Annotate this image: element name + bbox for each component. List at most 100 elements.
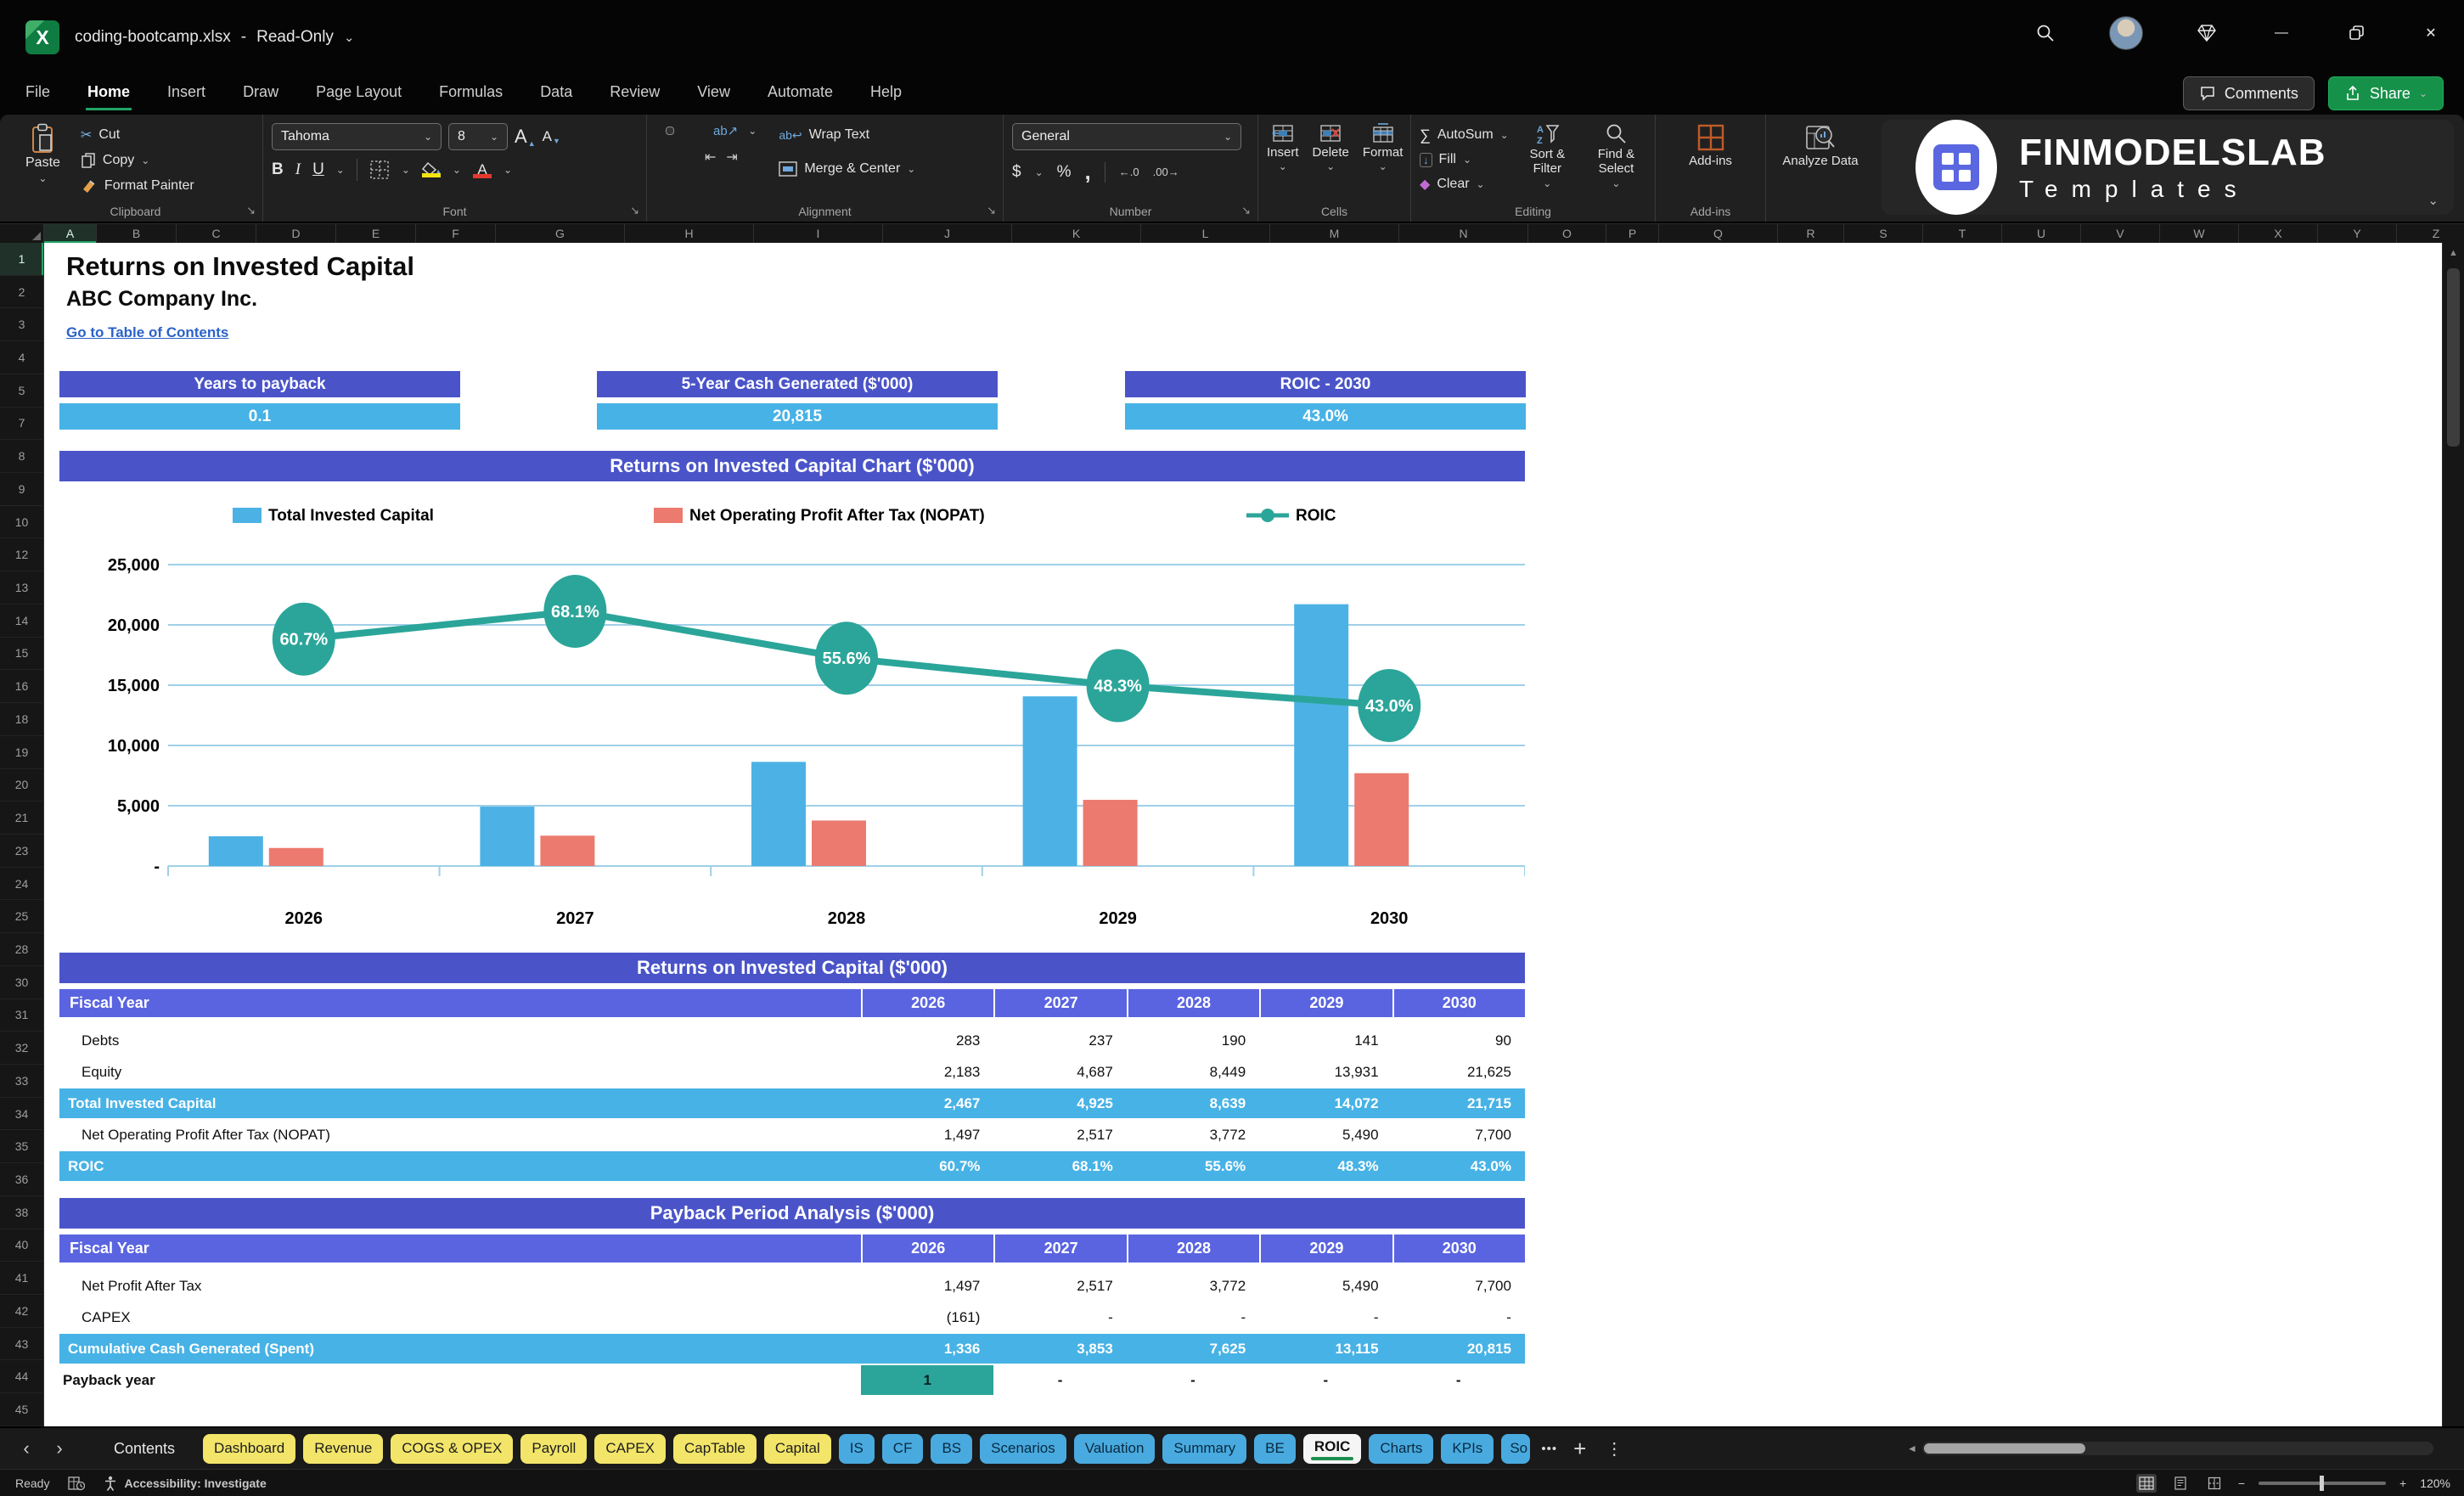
cell-value[interactable]: 3,772 <box>1127 1120 1259 1150</box>
row-header-8[interactable]: 8 <box>0 440 44 474</box>
percent-style-button[interactable]: % <box>1057 163 1072 182</box>
row-header-45[interactable]: 45 <box>0 1393 44 1426</box>
menu-tab-review[interactable]: Review <box>608 80 661 110</box>
page-break-view-button[interactable] <box>2204 1474 2225 1493</box>
row-label[interactable]: ROIC <box>59 1151 861 1181</box>
dialog-launcher-icon[interactable]: ↘ <box>246 204 256 217</box>
sheet-tab-so[interactable]: So <box>1501 1433 1531 1464</box>
orientation-button[interactable]: ab↗ <box>713 123 738 138</box>
vertical-scroll-thumb[interactable] <box>2447 268 2460 447</box>
sheet-options-icon[interactable]: ⋮ <box>1606 1438 1623 1459</box>
sheet-tab-roic[interactable]: ROIC <box>1302 1433 1362 1464</box>
year-header-2027[interactable]: 2027 <box>993 989 1126 1017</box>
cell-value[interactable]: - <box>1127 1302 1259 1332</box>
column-header-V[interactable]: V <box>2081 224 2160 243</box>
comments-button[interactable]: Comments <box>2182 76 2315 110</box>
year-header-2026[interactable]: 2026 <box>861 1234 993 1263</box>
column-header-G[interactable]: G <box>496 224 625 243</box>
dialog-launcher-icon[interactable]: ↘ <box>987 204 996 217</box>
zoom-level[interactable]: 120% <box>2420 1476 2450 1490</box>
column-header-T[interactable]: T <box>1923 224 2002 243</box>
cell-value[interactable]: (161) <box>861 1302 993 1332</box>
addins-button[interactable]: Add-ins <box>1664 123 1757 168</box>
sheet-tab-kpis[interactable]: KPIs <box>1441 1433 1494 1464</box>
column-header-W[interactable]: W <box>2160 224 2239 243</box>
menu-tab-home[interactable]: Home <box>86 80 132 110</box>
row-label[interactable]: Equity <box>59 1057 861 1087</box>
column-header-R[interactable]: R <box>1778 224 1844 243</box>
cell-value[interactable]: 1,497 <box>861 1120 993 1150</box>
column-header-J[interactable]: J <box>883 224 1012 243</box>
sheet-tab-valuation[interactable]: Valuation <box>1073 1433 1156 1464</box>
page-layout-view-button[interactable] <box>2170 1474 2191 1493</box>
year-header-2030[interactable]: 2030 <box>1392 1234 1525 1263</box>
add-sheet-button[interactable]: + <box>1573 1436 1586 1462</box>
number-format-select[interactable]: General ⌄ <box>1012 123 1241 150</box>
row-header-10[interactable]: 10 <box>0 505 44 539</box>
year-header-2030[interactable]: 2030 <box>1392 989 1525 1017</box>
cell-value[interactable]: - <box>1392 1302 1525 1332</box>
sheet-tab-is[interactable]: IS <box>838 1433 875 1464</box>
increase-indent-button[interactable]: ⇥ <box>726 149 737 166</box>
column-header-A[interactable]: A <box>44 224 97 243</box>
font-size-select[interactable]: 8 ⌄ <box>448 123 508 150</box>
align-middle-button[interactable] <box>666 127 674 135</box>
grow-font-button[interactable]: A ▲ <box>515 126 536 148</box>
wrap-text-button[interactable]: ab↩ Wrap Text <box>779 123 915 147</box>
cell-value[interactable]: 237 <box>993 1026 1126 1055</box>
row-header-32[interactable]: 32 <box>0 1032 44 1065</box>
find-select-button[interactable]: Find & Select ⌄ <box>1586 123 1646 196</box>
year-header-2027[interactable]: 2027 <box>993 1234 1126 1263</box>
sheet-tab-capex[interactable]: CAPEX <box>594 1433 666 1464</box>
row-header-35[interactable]: 35 <box>0 1130 44 1164</box>
cell-value[interactable]: 283 <box>861 1026 993 1055</box>
row-header-28[interactable]: 28 <box>0 933 44 966</box>
fill-button[interactable]: ↓ Fill ⌄ <box>1420 148 1509 172</box>
row-header-2[interactable]: 2 <box>0 275 44 309</box>
row-label[interactable]: Payback year <box>59 1365 861 1395</box>
bold-button[interactable]: B <box>272 160 284 179</box>
clear-button[interactable]: ◆ Clear ⌄ <box>1420 172 1509 196</box>
read-only-badge[interactable]: Read-Only <box>256 28 334 47</box>
row-header-7[interactable]: 7 <box>0 407 44 441</box>
decrease-decimal-button[interactable]: .00→ <box>1153 166 1179 178</box>
row-header-44[interactable]: 44 <box>0 1360 44 1394</box>
column-header-N[interactable]: N <box>1399 224 1528 243</box>
menu-tab-view[interactable]: View <box>695 80 732 110</box>
cell-value[interactable]: 7,700 <box>1392 1120 1525 1150</box>
analyze-data-button[interactable]: Analyze Data <box>1775 123 1866 168</box>
row-header-36[interactable]: 36 <box>0 1163 44 1196</box>
column-header-X[interactable]: X <box>2239 224 2318 243</box>
scroll-left-icon[interactable]: ◄ <box>1907 1443 1917 1454</box>
sheet-tab-captable[interactable]: CapTable <box>672 1433 757 1464</box>
cell-value[interactable]: 2,517 <box>993 1120 1126 1150</box>
format-painter-button[interactable]: Format Painter <box>81 174 194 198</box>
cell-value[interactable]: 3,853 <box>993 1334 1126 1364</box>
next-sheet-button[interactable]: › <box>47 1437 72 1459</box>
zoom-slider[interactable] <box>2259 1475 2386 1491</box>
vertical-scrollbar[interactable]: ▲ <box>2442 243 2464 1426</box>
sheet-tab-cf[interactable]: CF <box>881 1433 924 1464</box>
row-header-43[interactable]: 43 <box>0 1327 44 1361</box>
column-header-H[interactable]: H <box>625 224 754 243</box>
font-name-select[interactable]: Tahoma ⌄ <box>272 123 442 150</box>
horizontal-scrollbar[interactable]: ◄ <box>1907 1438 2433 1459</box>
cell-value[interactable]: 8,639 <box>1127 1088 1259 1118</box>
row-label[interactable]: Net Operating Profit After Tax (NOPAT) <box>59 1120 861 1150</box>
menu-tab-file[interactable]: File <box>24 80 52 110</box>
year-header-2028[interactable]: 2028 <box>1126 989 1259 1017</box>
cell-value[interactable]: - <box>1259 1365 1392 1395</box>
row-header-25[interactable]: 25 <box>0 900 44 934</box>
sheet-tab-payroll[interactable]: Payroll <box>520 1433 588 1464</box>
column-header-D[interactable]: D <box>256 224 336 243</box>
cell-value[interactable]: 2,183 <box>861 1057 993 1087</box>
column-header-L[interactable]: L <box>1141 224 1270 243</box>
year-header-2029[interactable]: 2029 <box>1259 1234 1392 1263</box>
row-header-23[interactable]: 23 <box>0 834 44 868</box>
premium-gem-icon[interactable] <box>2196 22 2218 44</box>
close-button[interactable]: ✕ <box>2420 22 2442 44</box>
normal-view-button[interactable] <box>2135 1473 2157 1493</box>
menu-tab-draw[interactable]: Draw <box>241 80 280 110</box>
row-header-19[interactable]: 19 <box>0 735 44 769</box>
italic-button[interactable]: I <box>295 160 301 179</box>
